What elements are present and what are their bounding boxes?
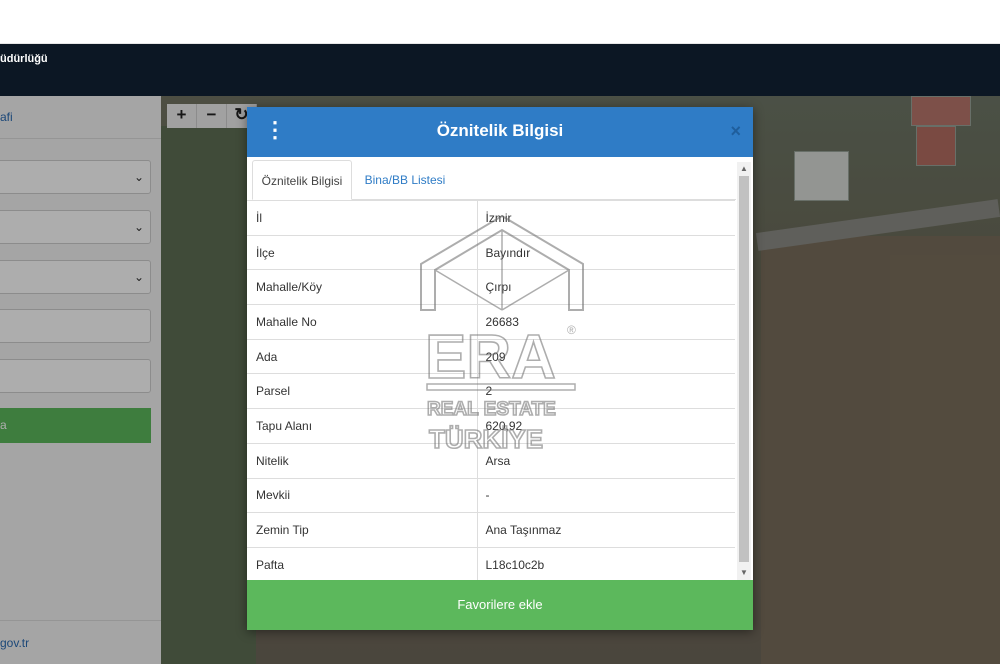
browser-top-strip bbox=[0, 0, 1000, 44]
attribute-key: Nitelik bbox=[247, 442, 478, 478]
modal-title: Öznitelik Bilgisi bbox=[436, 121, 564, 140]
table-row: Pafta L18c10c2b bbox=[247, 546, 735, 580]
table-row: Nitelik Arsa bbox=[247, 442, 735, 478]
scrollbar[interactable]: ▲ ▼ bbox=[737, 162, 751, 580]
attribute-key: İlçe bbox=[247, 234, 478, 270]
app-title: üdürlüğü bbox=[0, 53, 48, 65]
attribute-table: İl İzmir İlçe Bayındır Mahalle/Köy Çırpı Mahal… bbox=[247, 200, 735, 580]
attribute-value: - bbox=[477, 477, 735, 513]
attribute-value: Ana Taşınmaz bbox=[477, 512, 735, 548]
attribute-key: Ada bbox=[247, 338, 478, 374]
attribute-value: 26683 bbox=[477, 304, 735, 340]
table-row: Mevkii - bbox=[247, 477, 735, 513]
table-row: Mahalle/Köy Çırpı bbox=[247, 269, 735, 305]
modal-tabs: Öznitelik Bilgisi Bina/BB Listesi bbox=[252, 160, 736, 200]
attribute-key: Parsel bbox=[247, 373, 478, 409]
attribute-value: 209 bbox=[477, 338, 735, 374]
attribute-value: L18c10c2b bbox=[477, 546, 735, 580]
attribute-key: Mahalle No bbox=[247, 304, 478, 340]
attribute-key: Mahalle/Köy bbox=[247, 269, 478, 305]
table-row: Mahalle No 26683 bbox=[247, 304, 735, 340]
tab-attribute-info[interactable]: Öznitelik Bilgisi bbox=[252, 160, 352, 200]
table-row: Zemin Tip Ana Taşınmaz bbox=[247, 512, 735, 548]
table-row: Ada 209 bbox=[247, 338, 735, 374]
app-header: üdürlüğü bbox=[0, 44, 1000, 96]
attribute-key: Pafta bbox=[247, 546, 478, 580]
attribute-value: 2 bbox=[477, 373, 735, 409]
scroll-thumb[interactable] bbox=[739, 176, 749, 562]
scroll-down-arrow-icon[interactable]: ▼ bbox=[737, 566, 751, 580]
table-row: İl İzmir bbox=[247, 200, 735, 236]
scroll-up-arrow-icon[interactable]: ▲ bbox=[737, 162, 751, 176]
attribute-value: Çırpı bbox=[477, 269, 735, 305]
attribute-info-modal: ⋮ Öznitelik Bilgisi × Öznitelik Bilgisi … bbox=[247, 107, 753, 630]
attribute-value: Bayındır bbox=[477, 234, 735, 270]
table-row: Tapu Alanı 620,92 bbox=[247, 408, 735, 444]
attribute-key: Mevkii bbox=[247, 477, 478, 513]
close-icon[interactable]: × bbox=[730, 121, 741, 142]
table-row: İlçe Bayındır bbox=[247, 234, 735, 270]
attribute-value: Arsa bbox=[477, 442, 735, 478]
table-row: Parsel 2 bbox=[247, 373, 735, 409]
attribute-key: Tapu Alanı bbox=[247, 408, 478, 444]
attribute-value: İzmir bbox=[477, 200, 735, 236]
tab-building-list[interactable]: Bina/BB Listesi bbox=[355, 160, 455, 200]
add-to-favorites-button[interactable]: Favorilere ekle bbox=[247, 580, 753, 630]
attribute-value: 620,92 bbox=[477, 408, 735, 444]
modal-header: ⋮ Öznitelik Bilgisi × bbox=[247, 107, 753, 157]
attribute-key: Zemin Tip bbox=[247, 512, 478, 548]
attribute-key: İl bbox=[247, 200, 478, 236]
